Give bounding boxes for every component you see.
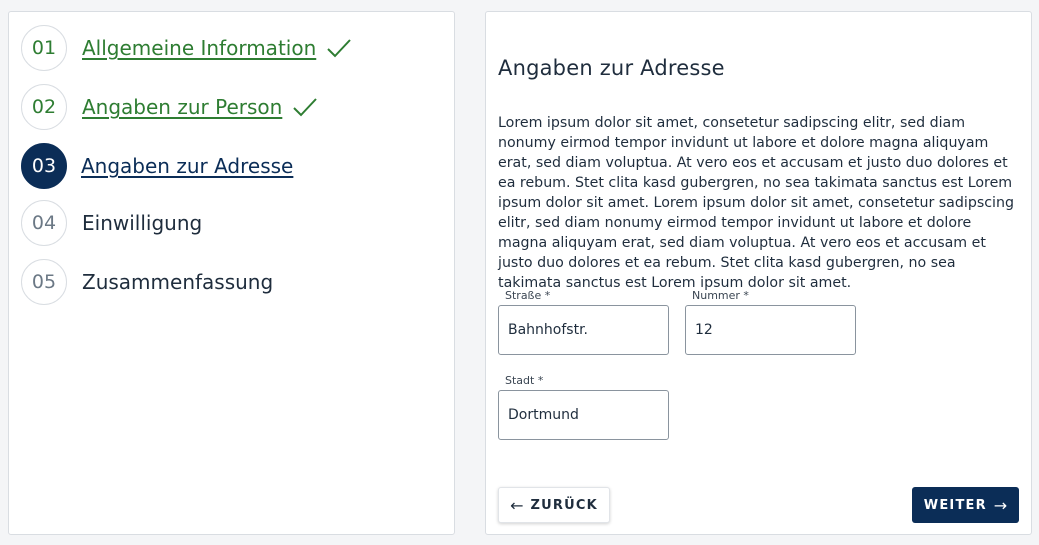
step-number: 03 [21,143,67,189]
city-input[interactable] [498,390,669,440]
city-label: Stadt * [505,374,544,387]
step-2[interactable]: 02 Angaben zur Person [21,83,318,131]
step-number: 05 [21,259,67,305]
street-input[interactable] [498,305,669,355]
number-input[interactable] [685,305,856,355]
step-label: Zusammenfassung [82,270,274,294]
step-label: Einwilligung [82,211,203,235]
step-label[interactable]: Angaben zur Person [82,95,282,119]
check-icon [293,98,318,117]
step-number: 02 [21,84,67,130]
step-4: 04 Einwilligung [21,199,202,247]
arrow-right-icon: → [993,495,1008,515]
step-label[interactable]: Angaben zur Adresse [81,154,293,178]
stepper-panel: 01 Allgemeine Information 02 Angaben zur… [8,11,455,535]
step-number: 04 [21,200,67,246]
form-description: Lorem ipsum dolor sit amet, consetetur s… [498,115,1014,291]
step-number: 01 [21,25,67,71]
step-5: 05 Zusammenfassung [21,258,273,306]
number-label: Nummer * [692,289,749,302]
step-1[interactable]: 01 Allgemeine Information [21,24,352,72]
form-panel: Angaben zur Adresse Lorem ipsum dolor si… [485,11,1032,535]
next-button-label: WEITER [923,497,987,513]
check-icon [327,39,351,58]
arrow-left-icon: ← [510,495,524,515]
next-button[interactable]: WEITER → [912,487,1019,523]
back-button[interactable]: ← ZURÜCK [498,487,610,523]
back-button-label: ZURÜCK [530,497,598,513]
street-label: Straße * [505,289,551,302]
step-3[interactable]: 03 Angaben zur Adresse [21,142,293,190]
step-label[interactable]: Allgemeine Information [82,36,316,60]
form-title: Angaben zur Adresse [498,56,725,80]
